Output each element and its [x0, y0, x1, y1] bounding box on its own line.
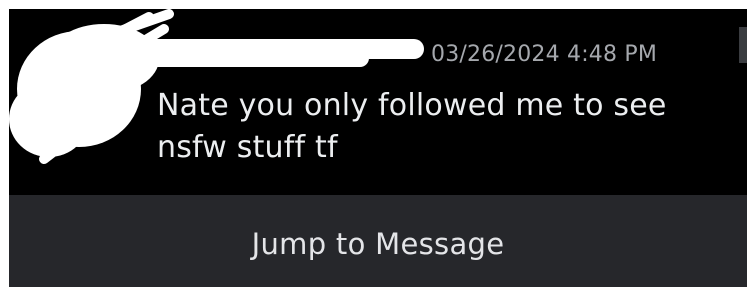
message-text-line-1: Nate you only followed me to see	[157, 88, 667, 123]
message-content: Nate you only followed me to see nsfw st…	[157, 85, 727, 169]
message-timestamp: 03/26/2024 4:48 PM	[431, 42, 658, 67]
jump-to-message-label: Jump to Message	[251, 227, 505, 261]
message-card[interactable]: 03/26/2024 4:48 PM Nate you only followe…	[9, 9, 747, 195]
screenshot: 03/26/2024 4:48 PM Nate you only followe…	[0, 0, 754, 295]
message-text-line-2: nsfw stuff tf	[157, 130, 338, 165]
jump-to-message-button[interactable]: Jump to Message	[9, 195, 747, 287]
scrollbar[interactable]	[739, 27, 747, 63]
